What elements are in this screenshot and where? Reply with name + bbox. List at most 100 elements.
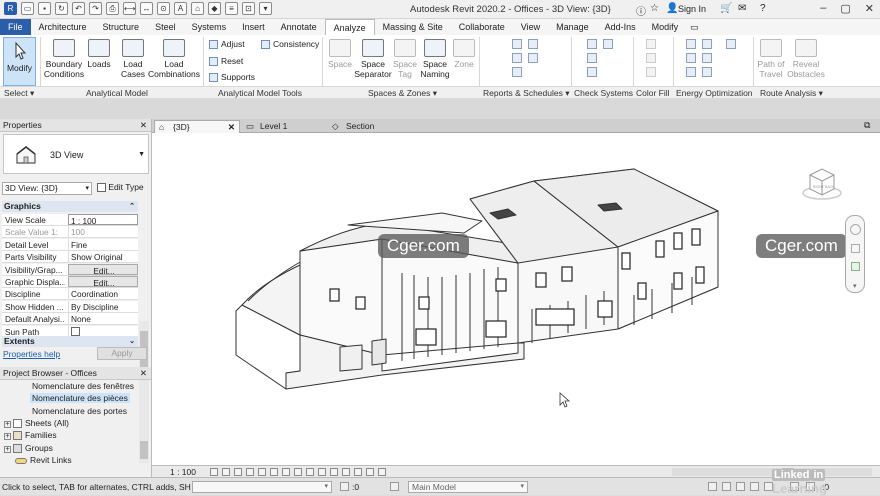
tab-addins[interactable]: Add-Ins bbox=[597, 19, 644, 35]
reveal-obstacles-button[interactable]: Reveal Obstacles bbox=[786, 39, 826, 79]
duct-legend-icon[interactable] bbox=[646, 39, 656, 49]
supports-button[interactable]: Supports bbox=[209, 72, 255, 82]
measure-icon[interactable]: ⟷ bbox=[123, 2, 136, 15]
property-value[interactable]: Coordination bbox=[68, 288, 138, 300]
tab-collaborate[interactable]: Collaborate bbox=[451, 19, 513, 35]
select-underlay-icon[interactable] bbox=[722, 482, 731, 491]
dimension-icon[interactable]: ↔ bbox=[140, 2, 153, 15]
lock-3d-icon[interactable] bbox=[294, 468, 302, 476]
view-instance-selector[interactable]: 3D View: {3D} ▾ bbox=[2, 182, 92, 195]
maximize-icon[interactable]: ▢ bbox=[840, 2, 850, 15]
property-value[interactable]: Show Original bbox=[68, 251, 138, 263]
tag-icon[interactable]: ⊙ bbox=[157, 2, 170, 15]
system-analysis-icon[interactable] bbox=[702, 67, 712, 77]
modify-button[interactable]: Modify bbox=[3, 37, 36, 86]
browser-item-selected[interactable]: Nomenclature des pièces bbox=[30, 393, 130, 403]
close-icon[interactable]: ✕ bbox=[865, 2, 874, 15]
generate-icon[interactable] bbox=[702, 53, 712, 63]
load-cases-button[interactable]: Load Cases bbox=[119, 39, 147, 79]
type-selector[interactable]: 3D View ▼ bbox=[3, 134, 149, 174]
print-icon[interactable]: ⎙ bbox=[106, 2, 119, 15]
visual-style-icon[interactable] bbox=[222, 468, 230, 476]
optimize-icon[interactable] bbox=[686, 67, 696, 77]
group-extents[interactable]: Extents ⌄ bbox=[2, 336, 138, 347]
edit-button[interactable]: Edit... bbox=[68, 263, 138, 276]
steering-wheel-icon[interactable] bbox=[850, 224, 861, 235]
property-value[interactable]: By Discipline bbox=[68, 300, 138, 312]
ribbon-toggle-icon[interactable]: ▭ bbox=[690, 22, 699, 33]
expand-icon[interactable]: + bbox=[4, 433, 11, 440]
energy-settings-icon[interactable] bbox=[702, 39, 712, 49]
tab-massing[interactable]: Massing & Site bbox=[375, 19, 451, 35]
path-of-travel-button[interactable]: Path of Travel bbox=[756, 39, 786, 79]
editable-only-icon[interactable] bbox=[340, 482, 349, 491]
tab-file[interactable]: File bbox=[0, 19, 31, 35]
check-pipe-icon[interactable] bbox=[603, 39, 613, 49]
boundary-conditions-button[interactable]: Boundary Conditions bbox=[43, 39, 85, 79]
group-graphics[interactable]: Graphics ⌃ bbox=[2, 201, 138, 212]
edit-button[interactable]: Edit... bbox=[68, 276, 138, 288]
pipe-legend-icon[interactable] bbox=[646, 53, 656, 63]
info-icon[interactable]: ⓘ bbox=[636, 3, 646, 18]
revit-logo-icon[interactable]: R bbox=[4, 2, 17, 15]
tab-systems[interactable]: Systems bbox=[184, 19, 235, 35]
apply-button[interactable]: Apply bbox=[97, 347, 147, 360]
pipe-pressure-icon[interactable] bbox=[512, 67, 522, 77]
property-value[interactable]: None bbox=[68, 313, 138, 325]
edit-type-button[interactable]: Edit Type bbox=[97, 182, 144, 193]
space-separator-button[interactable]: Space Separator bbox=[354, 39, 392, 79]
sync-icon[interactable]: ↻ bbox=[55, 2, 68, 15]
expand-icon[interactable]: + bbox=[4, 446, 11, 453]
color-scheme-icon[interactable] bbox=[646, 67, 656, 77]
tab-annotate[interactable]: Annotate bbox=[273, 19, 325, 35]
analytical-model-icon[interactable] bbox=[354, 468, 362, 476]
sun-path-icon[interactable] bbox=[234, 468, 242, 476]
show-disconnects-icon[interactable] bbox=[587, 67, 597, 77]
star-icon[interactable]: ☆ bbox=[650, 3, 659, 14]
create-energy-model-icon[interactable] bbox=[686, 53, 696, 63]
browser-item[interactable]: Nomenclature des portes bbox=[32, 406, 127, 416]
reveal-hidden-icon[interactable] bbox=[318, 468, 326, 476]
load-combinations-button[interactable]: Load Combinations bbox=[147, 39, 201, 79]
switch-windows-icon[interactable]: ▾ bbox=[259, 2, 272, 15]
tab-section[interactable]: ◇ Section bbox=[328, 120, 414, 133]
worksharing-icon[interactable] bbox=[330, 468, 338, 476]
tab-steel[interactable]: Steel bbox=[147, 19, 184, 35]
chevron-down-icon[interactable]: ▾ bbox=[853, 282, 857, 290]
tab-insert[interactable]: Insert bbox=[234, 19, 273, 35]
temporary-view-icon[interactable] bbox=[342, 468, 350, 476]
location-weather-icon[interactable] bbox=[686, 39, 696, 49]
constraints-icon[interactable] bbox=[378, 468, 386, 476]
highlight-displacement-icon[interactable] bbox=[366, 468, 374, 476]
loads-button[interactable]: Loads bbox=[86, 39, 112, 69]
property-value[interactable]: 1 : 100 bbox=[68, 214, 138, 226]
tab-3d-view[interactable]: ⌂ {3D} ✕ bbox=[154, 120, 240, 133]
duct-pressure-icon[interactable] bbox=[528, 53, 538, 63]
property-value[interactable]: 100 bbox=[68, 226, 138, 238]
navigation-bar[interactable]: ▾ bbox=[845, 215, 865, 293]
select-by-face-icon[interactable] bbox=[750, 482, 759, 491]
zoom-extents-icon[interactable] bbox=[851, 262, 860, 271]
viewcube[interactable]: RIGHT BACK bbox=[802, 163, 842, 201]
panel-schedules-icon[interactable] bbox=[528, 39, 538, 49]
space-naming-button[interactable]: Space Naming bbox=[418, 39, 452, 79]
reset-button[interactable]: Reset bbox=[209, 56, 243, 66]
browser-item-families[interactable]: + Families bbox=[4, 430, 57, 441]
heating-cooling-loads-icon[interactable] bbox=[512, 39, 522, 49]
temporary-hide-icon[interactable] bbox=[306, 468, 314, 476]
zoom-icon[interactable] bbox=[851, 244, 860, 253]
consistency-button[interactable]: Consistency bbox=[261, 39, 319, 49]
user-icon[interactable]: 👤 bbox=[666, 3, 678, 14]
detail-level-icon[interactable] bbox=[210, 468, 218, 476]
select-pinned-icon[interactable] bbox=[736, 482, 745, 491]
tab-level-1[interactable]: ▭ Level 1 bbox=[242, 120, 326, 133]
browser-item-sheets[interactable]: + Sheets (All) bbox=[4, 418, 69, 429]
browser-item-revit-links[interactable]: Revit Links bbox=[4, 455, 72, 465]
3d-view-icon[interactable]: ⌂ bbox=[191, 2, 204, 15]
chevron-down-icon[interactable]: ▼ bbox=[138, 151, 145, 158]
thin-lines-icon[interactable]: ≡ bbox=[225, 2, 238, 15]
tab-architecture[interactable]: Architecture bbox=[31, 19, 95, 35]
view-scale[interactable]: 1 : 100 bbox=[170, 467, 196, 477]
expand-icon[interactable]: + bbox=[4, 421, 11, 428]
redo-icon[interactable]: ↷ bbox=[89, 2, 102, 15]
